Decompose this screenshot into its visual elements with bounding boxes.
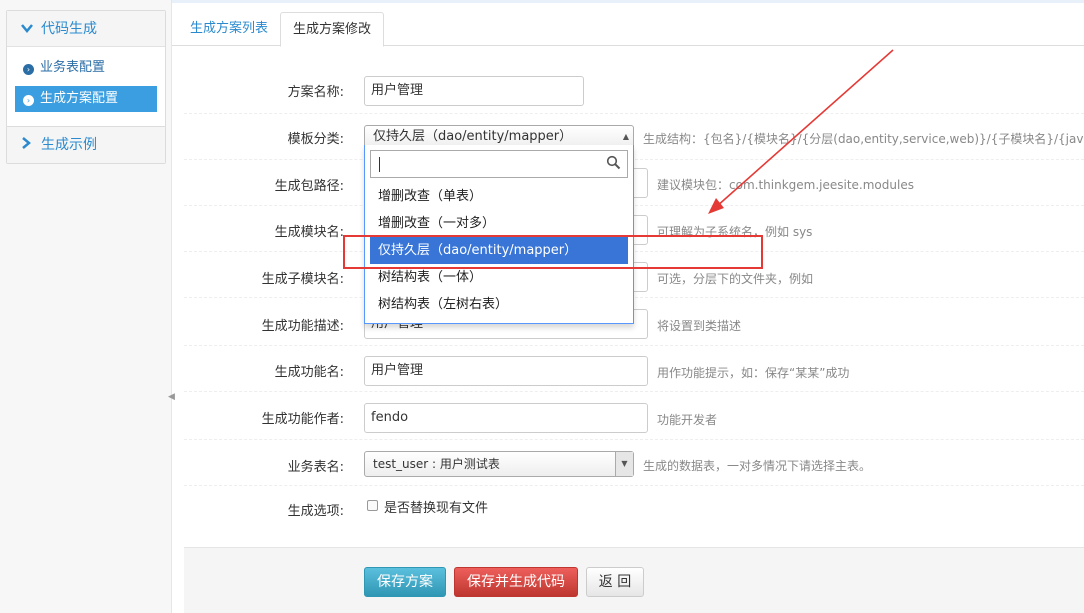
annotation-arrow — [708, 49, 894, 214]
